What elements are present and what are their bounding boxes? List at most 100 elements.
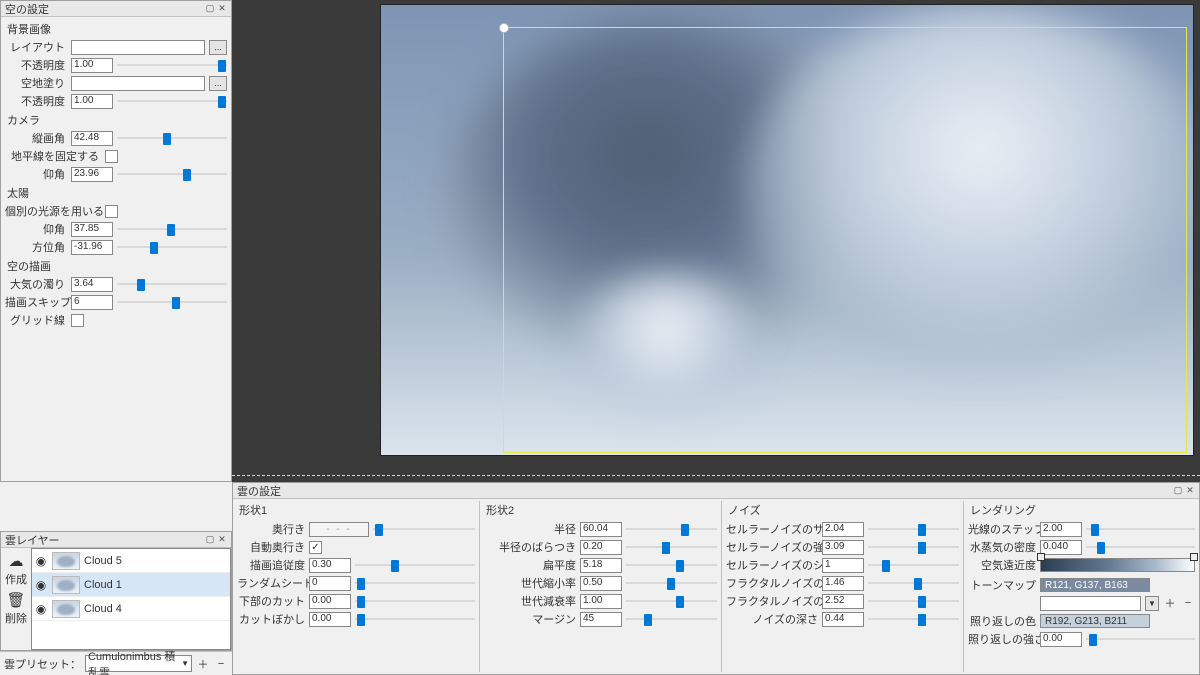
density-input[interactable]: 0.040: [1040, 540, 1082, 555]
sun-elev-input[interactable]: 37.85: [71, 222, 113, 237]
sun-elev-slider[interactable]: [117, 222, 227, 236]
preset-select[interactable]: Cumulonimbus 積乱雲 ▼: [85, 655, 192, 672]
groundfill-browse-button[interactable]: ...: [209, 76, 227, 91]
density-slider[interactable]: [1086, 540, 1195, 554]
sky-panel-header[interactable]: 空の設定 ▢ ✕: [1, 1, 231, 17]
delete-layer-button[interactable]: 🗑 削除: [5, 589, 27, 628]
cell-seed-slider[interactable]: [868, 558, 959, 572]
cloud-panel-header[interactable]: 雲の設定 ▢ ✕: [233, 483, 1199, 499]
layer-row[interactable]: ◉ Cloud 5: [32, 549, 230, 573]
radius-input[interactable]: 60.04: [580, 522, 622, 537]
bottom-cut-slider[interactable]: [355, 594, 475, 608]
frac-str-input[interactable]: 2.52: [822, 594, 864, 609]
turbidity-slider[interactable]: [117, 277, 227, 291]
cut-blur-input[interactable]: 0.00: [309, 612, 351, 627]
lock-horizon-checkbox[interactable]: [105, 150, 118, 163]
cut-blur-slider[interactable]: [355, 612, 475, 626]
layers-header[interactable]: 雲レイヤー ▢ ✕: [1, 532, 231, 548]
groundfill-path-input[interactable]: [71, 76, 205, 91]
opacity2-input[interactable]: 1.00: [71, 94, 113, 109]
layout-path-input[interactable]: [71, 40, 205, 55]
drawskip-slider[interactable]: [117, 295, 227, 309]
cell-str-input[interactable]: 3.09: [822, 540, 864, 555]
bounce-str-input[interactable]: 0.00: [1040, 632, 1082, 647]
preset-add-button[interactable]: ＋: [196, 657, 210, 671]
opacity2-slider[interactable]: [117, 94, 227, 108]
layers-title: 雲レイヤー: [5, 532, 60, 548]
close-icon[interactable]: ✕: [1185, 486, 1195, 496]
sun-own-light-checkbox[interactable]: [105, 205, 118, 218]
sun-azi-input[interactable]: -31.96: [71, 240, 113, 255]
cell-size-input[interactable]: 2.04: [822, 522, 864, 537]
bottom-cut-input[interactable]: 0.00: [309, 594, 351, 609]
cell-size-slider[interactable]: [868, 522, 959, 536]
close-icon[interactable]: ✕: [217, 535, 227, 545]
visibility-toggle[interactable]: ◉: [34, 554, 48, 568]
selection-handle[interactable]: [499, 23, 509, 33]
radius-var-slider[interactable]: [626, 540, 717, 554]
follow-input[interactable]: 0.30: [309, 558, 351, 573]
turbidity-input[interactable]: 3.64: [71, 277, 113, 292]
frac-str-slider[interactable]: [868, 594, 959, 608]
noise-depth-slider[interactable]: [868, 612, 959, 626]
margin-slider[interactable]: [626, 612, 717, 626]
cell-str-slider[interactable]: [868, 540, 959, 554]
gradient-stop[interactable]: [1037, 553, 1045, 561]
ray-step-input[interactable]: 2.00: [1040, 522, 1082, 537]
visibility-toggle[interactable]: ◉: [34, 578, 48, 592]
sun-azi-slider[interactable]: [117, 240, 227, 254]
margin-input[interactable]: 45: [580, 612, 622, 627]
flat-input[interactable]: 5.18: [580, 558, 622, 573]
layer-row[interactable]: ◉ Cloud 1: [32, 573, 230, 597]
ray-step-slider[interactable]: [1086, 522, 1195, 536]
depth-slider[interactable]: [373, 522, 475, 536]
noise-depth-input[interactable]: 0.44: [822, 612, 864, 627]
radius-var-input[interactable]: 0.20: [580, 540, 622, 555]
preset-remove-button[interactable]: −: [214, 657, 228, 671]
layer-name: Cloud 5: [84, 555, 122, 567]
create-layer-button[interactable]: ☁ 作成: [5, 550, 27, 589]
seed-input[interactable]: 0: [309, 576, 351, 591]
auto-depth-checkbox[interactable]: ✓: [309, 541, 322, 554]
gen-shrink-input[interactable]: 0.50: [580, 576, 622, 591]
cam-elev-input[interactable]: 23.96: [71, 167, 113, 182]
viewport[interactable]: [232, 0, 1200, 482]
gen-decay-input[interactable]: 1.00: [580, 594, 622, 609]
layers-list[interactable]: ◉ Cloud 5 ◉ Cloud 1 ◉ Cloud 4: [31, 548, 231, 650]
gradient-stop[interactable]: [1190, 553, 1198, 561]
bounce-str-slider[interactable]: [1086, 632, 1195, 646]
fov-input[interactable]: 42.48: [71, 131, 113, 146]
layout-browse-button[interactable]: ...: [209, 40, 227, 55]
visibility-toggle[interactable]: ◉: [34, 602, 48, 616]
seed-slider[interactable]: [355, 576, 475, 590]
follow-slider[interactable]: [355, 558, 475, 572]
tonemap-swatch[interactable]: R121, G137, B163: [1040, 578, 1150, 592]
guide-line: [232, 475, 1200, 476]
bounce-color-swatch[interactable]: R192, G213, B211: [1040, 614, 1150, 628]
gen-decay-slider[interactable]: [626, 594, 717, 608]
opacity1-slider[interactable]: [117, 58, 227, 72]
cell-seed-input[interactable]: 1: [822, 558, 864, 573]
undock-icon[interactable]: ▢: [205, 535, 215, 545]
layer-row[interactable]: ◉ Cloud 4: [32, 597, 230, 621]
selection-rect[interactable]: [503, 27, 1187, 453]
cam-elev-slider[interactable]: [117, 167, 227, 181]
frac-size-input[interactable]: 1.46: [822, 576, 864, 591]
frac-size-slider[interactable]: [868, 576, 959, 590]
radius-slider[interactable]: [626, 522, 717, 536]
render-canvas[interactable]: [380, 4, 1194, 456]
tonemap-select[interactable]: [1040, 596, 1141, 611]
chevron-down-icon[interactable]: ▼: [1145, 596, 1159, 611]
opacity1-input[interactable]: 1.00: [71, 58, 113, 73]
gen-shrink-slider[interactable]: [626, 576, 717, 590]
drawskip-input[interactable]: 6: [71, 295, 113, 310]
close-icon[interactable]: ✕: [217, 4, 227, 14]
grid-checkbox[interactable]: [71, 314, 84, 327]
fov-slider[interactable]: [117, 131, 227, 145]
tonemap-remove-button[interactable]: −: [1181, 596, 1195, 610]
tonemap-add-button[interactable]: ＋: [1163, 596, 1177, 610]
undock-icon[interactable]: ▢: [205, 4, 215, 14]
flat-slider[interactable]: [626, 558, 717, 572]
undock-icon[interactable]: ▢: [1173, 486, 1183, 496]
aerial-gradient[interactable]: [1040, 558, 1195, 572]
